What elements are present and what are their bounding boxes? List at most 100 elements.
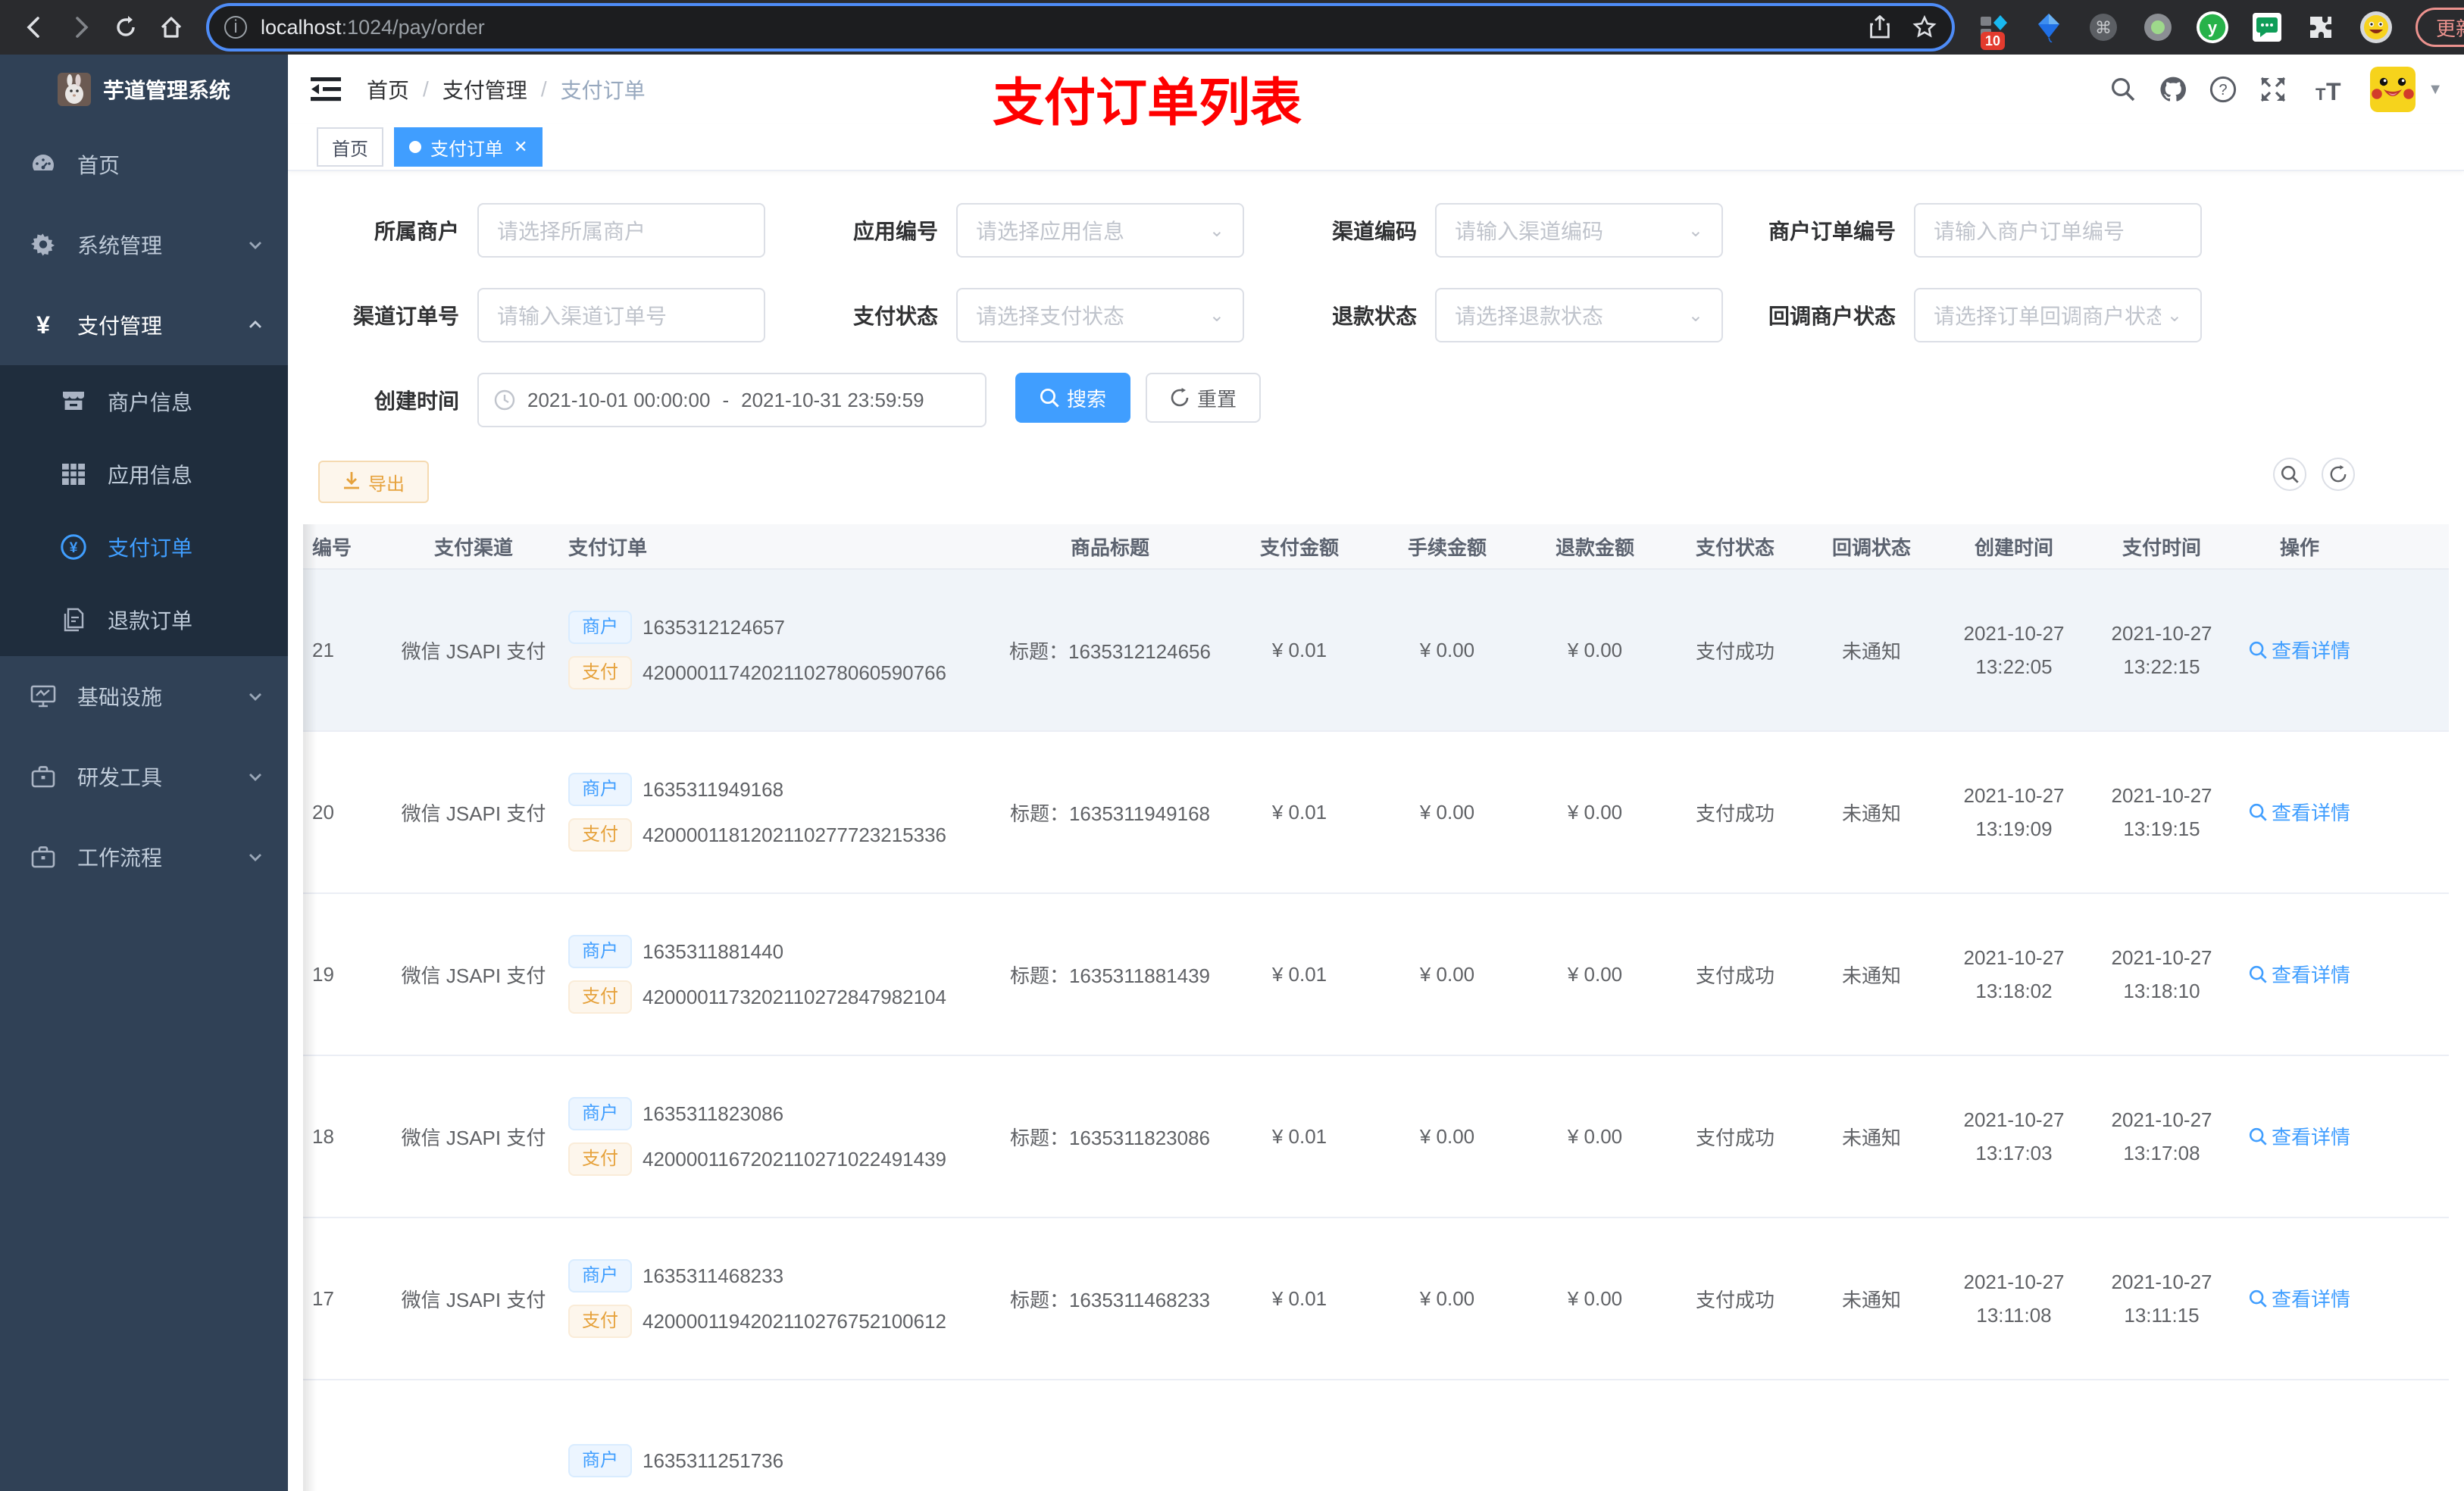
cell-pay-order: 商户 1635311251736 bbox=[568, 1432, 993, 1489]
channel-code-select[interactable]: 请输入渠道编码 ⌄ bbox=[1435, 203, 1723, 258]
avatar-caret-icon[interactable]: ▼ bbox=[2428, 81, 2443, 98]
cell-actions: 查看详情 bbox=[2235, 798, 2364, 827]
cell-title: 标题：1635312124656 bbox=[1009, 639, 1211, 663]
sidebar-item-label: 支付管理 bbox=[77, 314, 163, 338]
date-start[interactable]: 2021-10-01 00:00:00 bbox=[527, 389, 710, 412]
tab-home[interactable]: 首页 bbox=[317, 127, 383, 167]
cell-notify-status: 未通知 bbox=[1841, 964, 1901, 987]
search-icon[interactable] bbox=[2109, 76, 2137, 103]
sidebar-item-home[interactable]: 首页 bbox=[0, 124, 288, 205]
cell-id: 20 bbox=[312, 800, 334, 824]
back-icon[interactable] bbox=[15, 8, 55, 47]
pay-status-select[interactable]: 请选择支付状态 ⌄ bbox=[956, 288, 1244, 342]
cell-pay-status: 支付成功 bbox=[1695, 964, 1775, 987]
merchant-tag: 商户 bbox=[568, 611, 632, 644]
breadcrumb-payment[interactable]: 支付管理 bbox=[442, 74, 527, 105]
sidebar-item-refund-order[interactable]: 退款订单 bbox=[0, 583, 288, 656]
active-tab-dot bbox=[409, 141, 421, 153]
extension-tasks-icon[interactable]: 10 bbox=[1978, 11, 2011, 50]
date-end[interactable]: 2021-10-31 23:59:59 bbox=[741, 389, 924, 412]
shop-icon bbox=[61, 390, 86, 413]
sidebar-item-label: 研发工具 bbox=[77, 766, 163, 789]
cell-create-time: 2021-10-27 13:17:03 bbox=[1940, 1103, 2088, 1170]
date-range-picker[interactable]: 2021-10-01 00:00:00 - 2021-10-31 23:59:5… bbox=[477, 373, 987, 427]
merchant-order-no-input[interactable]: 请输入商户订单编号 bbox=[1914, 203, 2202, 258]
view-detail-link[interactable]: 查看详情 bbox=[2249, 1284, 2350, 1312]
filter-label: 支付状态 bbox=[852, 305, 938, 328]
view-detail-link[interactable]: 查看详情 bbox=[2249, 636, 2350, 664]
date-line: 2021-10-27 bbox=[1963, 784, 2065, 807]
app-logo[interactable]: 芋道管理系统 bbox=[0, 55, 288, 124]
sidebar-item-infra[interactable]: 基础设施 bbox=[0, 656, 288, 736]
date-line: 2021-10-27 bbox=[2111, 622, 2212, 645]
view-detail-link[interactable]: 查看详情 bbox=[2249, 960, 2350, 988]
filter-label: 商户订单编号 bbox=[1768, 220, 1896, 243]
profile-emoji-icon[interactable] bbox=[2359, 11, 2393, 44]
home-icon[interactable] bbox=[152, 8, 191, 47]
reset-button[interactable]: 重置 bbox=[1146, 373, 1262, 423]
search-button[interactable]: 搜索 bbox=[1015, 373, 1131, 423]
notify-status-select[interactable]: 请选择订单回调商户状态 ⌄ bbox=[1914, 288, 2202, 342]
breadcrumb-home[interactable]: 首页 bbox=[367, 74, 409, 105]
bookmark-star-icon[interactable] bbox=[1912, 15, 1937, 39]
chevron-down-icon bbox=[247, 849, 264, 865]
forward-icon[interactable] bbox=[61, 8, 100, 47]
date-line: 2021-10-27 bbox=[2111, 946, 2212, 969]
share-icon[interactable] bbox=[1868, 15, 1891, 39]
extension-y-icon[interactable]: y bbox=[2196, 11, 2229, 44]
filter-label: 所属商户 bbox=[374, 220, 459, 243]
refund-status-select[interactable]: 请选择退款状态 ⌄ bbox=[1435, 288, 1723, 342]
extensions-puzzle-icon[interactable] bbox=[2305, 11, 2338, 44]
yen-icon: ¥ bbox=[36, 311, 50, 339]
cell-title: 标题：1635311823086 bbox=[1009, 1126, 1211, 1149]
sidebar-item-app-info[interactable]: 应用信息 bbox=[0, 438, 288, 511]
extension-chat-icon[interactable] bbox=[2250, 11, 2284, 44]
sidebar-collapse-icon[interactable] bbox=[309, 73, 342, 106]
merchant-input[interactable]: 请选择所属商户 bbox=[477, 203, 765, 258]
extension-kite-icon[interactable] bbox=[2032, 11, 2065, 44]
site-info-icon[interactable]: i bbox=[224, 16, 247, 39]
time-line: 13:11:08 bbox=[1976, 1304, 2052, 1327]
time-line: 13:17:03 bbox=[1975, 1142, 2053, 1164]
cell-pay-status: 支付成功 bbox=[1695, 1288, 1775, 1311]
cell-pay-order: 商户 1635311949168 支付 42000011812021102777232… bbox=[568, 761, 993, 864]
cell-amount: ¥ 0.01 bbox=[1271, 800, 1327, 824]
export-button[interactable]: 导出 bbox=[318, 461, 429, 503]
pay-order-no: 4200001167202110271022491439 bbox=[643, 1147, 947, 1171]
channel-order-no-input[interactable]: 请输入渠道订单号 bbox=[477, 288, 765, 342]
cell-fee: ¥ 0.00 bbox=[1419, 638, 1475, 661]
cell-title: 标题：1635311468233 bbox=[1009, 1288, 1211, 1311]
refresh-button[interactable] bbox=[2322, 458, 2355, 491]
font-size-icon[interactable]: TT bbox=[2309, 76, 2346, 103]
pay-tag: 支付 bbox=[568, 980, 632, 1014]
extension-record-icon[interactable] bbox=[2141, 11, 2175, 44]
app-select[interactable]: 请选择应用信息 ⌄ bbox=[956, 203, 1244, 258]
fullscreen-icon[interactable] bbox=[2259, 76, 2287, 103]
table-row: 17 微信 JSAPI 支付 商户 1635311468233 支付 4200001194… bbox=[303, 1218, 2449, 1380]
reload-icon[interactable] bbox=[106, 8, 145, 47]
user-avatar[interactable] bbox=[2370, 67, 2416, 112]
view-detail-link[interactable]: 查看详情 bbox=[2249, 798, 2350, 826]
orders-table-body: 21 微信 JSAPI 支付 商户 1635312124657 支付 4200001174… bbox=[303, 570, 2449, 1491]
time-line: 13:18:02 bbox=[1975, 980, 2053, 1002]
sidebar-item-workflow[interactable]: 工作流程 bbox=[0, 817, 288, 897]
sidebar-item-payment[interactable]: ¥ 支付管理 bbox=[0, 285, 288, 365]
extension-command-icon[interactable]: ⌘ bbox=[2087, 11, 2120, 44]
url-bar[interactable]: i localhost:1024/pay/order bbox=[209, 6, 1952, 48]
sidebar-item-merchant-info[interactable]: 商户信息 bbox=[0, 365, 288, 438]
help-icon[interactable]: ? bbox=[2209, 76, 2237, 103]
browser-update-button[interactable]: 更新 ⋮ bbox=[2416, 8, 2464, 47]
tab-pay-order[interactable]: 支付订单 ✕ bbox=[394, 127, 543, 167]
sidebar-item-system[interactable]: 系统管理 bbox=[0, 205, 288, 285]
sidebar-item-label: 工作流程 bbox=[77, 846, 163, 870]
github-icon[interactable] bbox=[2159, 76, 2187, 103]
close-tab-icon[interactable]: ✕ bbox=[514, 137, 527, 157]
merchant-order-line: 商户 1635311881440 bbox=[568, 935, 993, 968]
view-detail-link[interactable]: 查看详情 bbox=[2249, 1122, 2350, 1150]
filter-channel-code: 渠道编码 请输入渠道编码 ⌄ bbox=[1276, 203, 1741, 258]
screen: i localhost:1024/pay/order 10 ⌘ y 更 芋道管理… bbox=[0, 0, 2464, 1491]
date-line: 2021-10-27 bbox=[1963, 946, 2065, 969]
toggle-search-button[interactable] bbox=[2273, 458, 2306, 491]
sidebar-item-pay-order[interactable]: ¥ 支付订单 bbox=[0, 511, 288, 583]
sidebar-item-dev-tools[interactable]: 研发工具 bbox=[0, 736, 288, 817]
